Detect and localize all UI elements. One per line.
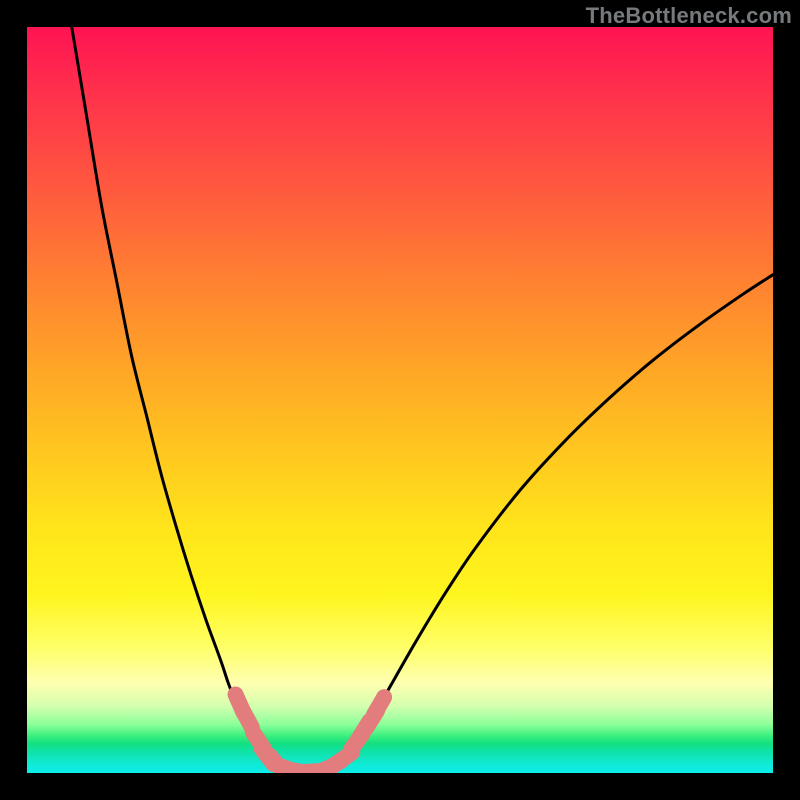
chart-overlay (27, 27, 773, 773)
markers-group (236, 694, 385, 773)
chart-stage: TheBottleneck.com (0, 0, 800, 800)
plot-area (27, 27, 773, 773)
bottleneck-curve (72, 27, 773, 772)
data-marker (374, 697, 384, 714)
watermark-text: TheBottleneck.com (586, 3, 792, 29)
